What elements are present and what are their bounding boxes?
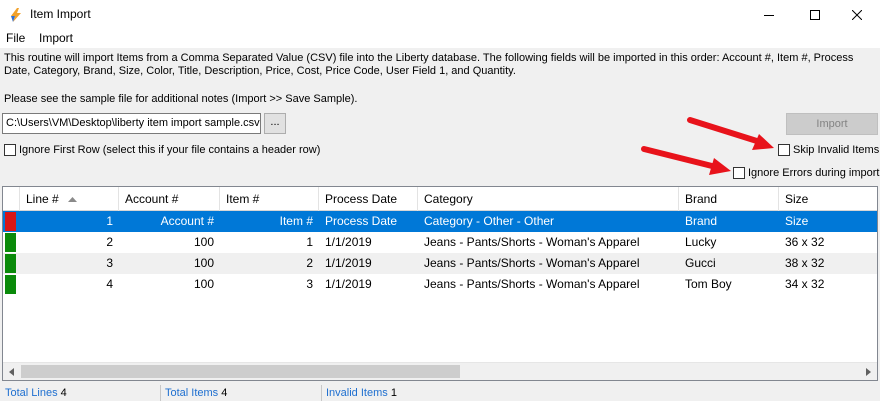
ignore-first-row-label: Ignore First Row (select this if your fi… xyxy=(19,144,321,156)
cell-line: 4 xyxy=(106,277,113,291)
column-header-category[interactable]: Category xyxy=(418,187,679,211)
maximize-button[interactable] xyxy=(792,0,838,30)
invalid-items-status: Invalid Items 1 xyxy=(326,387,397,399)
total-lines-label: Total Lines xyxy=(5,387,58,399)
cell-size: 34 x 32 xyxy=(785,277,825,291)
import-button[interactable]: Import xyxy=(786,113,878,135)
cell-category: Category - Other - Other xyxy=(424,214,555,228)
cell-line: 1 xyxy=(106,214,113,228)
browse-button[interactable]: ... xyxy=(264,113,286,134)
invalid-items-value: 1 xyxy=(390,387,397,399)
cell-account: 100 xyxy=(193,235,214,249)
close-icon xyxy=(852,10,862,20)
window-title: Item Import xyxy=(30,7,91,21)
cell-account: 100 xyxy=(193,256,214,270)
ignore-errors-checkbox[interactable] xyxy=(733,167,745,179)
title-bar: Item Import xyxy=(0,0,880,30)
description-text: This routine will import Items from a Co… xyxy=(4,52,854,77)
column-header-size[interactable]: Size xyxy=(779,187,877,211)
cell-item: 3 xyxy=(306,277,313,291)
ignore-first-row-checkbox[interactable] xyxy=(4,144,16,156)
sample-note-text: Please see the sample file for additiona… xyxy=(4,93,358,105)
total-items-status: Total Items 4 xyxy=(165,387,227,399)
skip-invalid-option[interactable]: Skip Invalid Items xyxy=(778,144,879,156)
horizontal-scrollbar[interactable] xyxy=(3,362,877,380)
cell-brand: Gucci xyxy=(685,256,716,270)
valid-row-indicator xyxy=(5,254,16,273)
cell-line: 2 xyxy=(106,235,113,249)
grid-header: Line # Account # Item # Process Date Cat… xyxy=(3,187,877,211)
column-header-item[interactable]: Item # xyxy=(220,187,319,211)
chevron-right-icon xyxy=(865,367,871,376)
status-divider xyxy=(160,385,161,401)
cell-brand: Brand xyxy=(685,214,718,228)
indicator-header xyxy=(3,187,20,211)
table-row[interactable]: 1 Account # Item # Process Date Category… xyxy=(3,211,877,232)
skip-invalid-label: Skip Invalid Items xyxy=(793,144,880,156)
cell-process-date: 1/1/2019 xyxy=(325,256,372,270)
cell-process-date: 1/1/2019 xyxy=(325,235,372,249)
valid-row-indicator xyxy=(5,275,16,294)
total-items-value: 4 xyxy=(221,387,228,399)
cell-line: 3 xyxy=(106,256,113,270)
scroll-left-button[interactable] xyxy=(3,363,20,380)
scroll-right-button[interactable] xyxy=(860,363,877,380)
cell-brand: Tom Boy xyxy=(685,277,732,291)
status-bar: Total Lines 4 Total Items 4 Invalid Item… xyxy=(0,385,880,401)
total-lines-status: Total Lines 4 xyxy=(5,387,67,399)
column-header-line[interactable]: Line # xyxy=(20,187,119,211)
cell-item: 1 xyxy=(306,235,313,249)
cell-size: Size xyxy=(785,214,809,228)
total-lines-value: 4 xyxy=(60,387,67,399)
cell-size: 36 x 32 xyxy=(785,235,825,249)
column-header-brand[interactable]: Brand xyxy=(679,187,779,211)
sort-ascending-icon xyxy=(68,197,78,203)
red-arrow-icon xyxy=(641,146,731,175)
column-header-account[interactable]: Account # xyxy=(119,187,220,211)
cell-category: Jeans - Pants/Shorts - Woman's Apparel xyxy=(424,256,640,270)
minimize-button[interactable] xyxy=(746,0,792,30)
scrollbar-thumb[interactable] xyxy=(21,365,460,378)
minimize-icon xyxy=(764,15,774,16)
cell-account: Account # xyxy=(160,214,214,228)
table-row[interactable]: 4 100 3 1/1/2019 Jeans - Pants/Shorts - … xyxy=(3,274,877,295)
menu-bar: File Import xyxy=(0,30,880,48)
maximize-icon xyxy=(810,10,820,20)
chevron-left-icon xyxy=(8,367,14,376)
ignore-first-row-option[interactable]: Ignore First Row (select this if your fi… xyxy=(4,144,320,156)
ignore-errors-option[interactable]: Ignore Errors during import xyxy=(733,167,879,179)
ignore-errors-label: Ignore Errors during import xyxy=(748,167,880,179)
status-divider xyxy=(321,385,322,401)
cell-account: 100 xyxy=(193,277,214,291)
invalid-items-label: Invalid Items xyxy=(326,387,388,399)
lightning-app-icon xyxy=(11,8,21,22)
valid-row-indicator xyxy=(5,233,16,252)
total-items-label: Total Items xyxy=(165,387,219,399)
table-row[interactable]: 3 100 2 1/1/2019 Jeans - Pants/Shorts - … xyxy=(3,253,877,274)
cell-process-date: Process Date xyxy=(325,214,398,228)
cell-item: 2 xyxy=(306,256,313,270)
file-path-input[interactable]: C:\Users\VM\Desktop\liberty item import … xyxy=(2,113,261,134)
cell-process-date: 1/1/2019 xyxy=(325,277,372,291)
skip-invalid-checkbox[interactable] xyxy=(778,144,790,156)
items-grid[interactable]: Line # Account # Item # Process Date Cat… xyxy=(2,186,878,381)
cell-category: Jeans - Pants/Shorts - Woman's Apparel xyxy=(424,277,640,291)
menu-import[interactable]: Import xyxy=(39,31,73,45)
cell-size: 38 x 32 xyxy=(785,256,825,270)
invalid-row-indicator xyxy=(5,212,16,231)
column-header-process-date[interactable]: Process Date xyxy=(319,187,418,211)
cell-item: Item # xyxy=(279,214,313,228)
menu-file[interactable]: File xyxy=(6,31,25,45)
table-row[interactable]: 2 100 1 1/1/2019 Jeans - Pants/Shorts - … xyxy=(3,232,877,253)
cell-category: Jeans - Pants/Shorts - Woman's Apparel xyxy=(424,235,640,249)
close-button[interactable] xyxy=(834,0,880,30)
cell-brand: Lucky xyxy=(685,235,717,249)
